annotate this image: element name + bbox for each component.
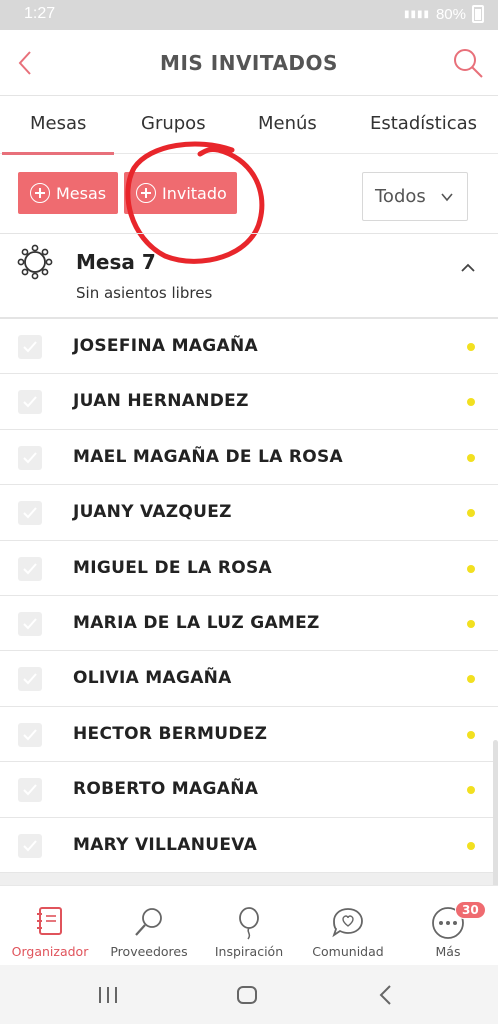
filter-selected-value: Todos [375,186,426,207]
tab-menus[interactable]: Menús [258,113,317,134]
chat-heart-icon [332,908,363,938]
table-title: Mesa 7 [76,250,156,274]
signal-icon: ▮▮▮▮ [403,8,430,20]
battery-percent: 80% [435,5,466,23]
table-header[interactable]: Mesa 7 Sin asientos libres [0,233,498,319]
chevron-up-icon[interactable] [460,260,476,276]
status-icons: ▮▮▮▮ 80% [404,5,484,23]
guest-name: MAEL MAGAÑA DE LA ROSA [73,446,344,467]
guest-status-dot [467,675,475,684]
guest-row[interactable]: OLIVIA MAGAÑA [0,651,498,707]
app-header: MIS INVITADOS [0,30,498,96]
tab-estadisticas[interactable]: Estadísticas [370,113,477,134]
guest-row[interactable]: HECTOR BERMUDEZ [0,707,498,763]
status-bar: 1:27 ▮▮▮▮ 80% [0,0,498,30]
guest-status-dot [467,509,475,518]
magnifier-icon [135,908,162,936]
guest-checkbox[interactable] [18,335,42,359]
guest-row[interactable]: MARIA DE LA LUZ GAMEZ [0,596,498,652]
round-table-icon [17,244,53,280]
guest-name: JUANY VAZQUEZ [73,502,232,523]
guest-status-dot [467,730,475,739]
guest-status-dot [467,564,475,573]
guest-name: OLIVIA MAGAÑA [73,668,232,689]
nav-label: Proveedores [110,944,188,959]
home-icon[interactable] [235,983,259,1007]
guest-name: MIGUEL DE LA ROSA [73,557,272,578]
search-icon[interactable] [452,47,484,79]
back-nav-icon[interactable] [374,983,398,1007]
balloon-icon [239,907,259,940]
nav-label: Inspiración [214,944,284,959]
guest-name: JUAN HERNANDEZ [73,391,249,412]
recent-apps-icon[interactable] [96,983,120,1007]
guest-checkbox[interactable] [18,778,42,803]
guest-status-dot [467,619,475,628]
add-table-label: Mesas [56,183,107,203]
guest-name: HECTOR BERMUDEZ [73,723,268,744]
guest-status-dot [467,786,475,795]
add-table-button[interactable]: Mesas [18,172,118,214]
guest-row[interactable]: MAEL MAGAÑA DE LA ROSA [0,430,498,486]
guest-name: ROBERTO MAGAÑA [73,779,259,800]
guest-name: MARIA DE LA LUZ GAMEZ [73,612,320,633]
guest-row[interactable]: ROBERTO MAGAÑA [0,762,498,818]
filter-select[interactable]: Todos [362,172,468,221]
nav-organizador[interactable]: Organizador [0,886,100,966]
guest-row[interactable]: JUANY VAZQUEZ [0,485,498,541]
status-time: 1:27 [24,5,56,22]
page-title: MIS INVITADOS [160,51,338,75]
nav-label: Comunidad [312,944,384,959]
section-divider [0,873,498,885]
guest-checkbox[interactable] [18,445,42,470]
chevron-down-icon [441,193,453,202]
guest-checkbox[interactable] [18,611,42,636]
nav-inspiracion[interactable]: Inspiración [199,886,299,966]
nav-mas[interactable]: 30 Más [398,886,498,966]
guest-row[interactable]: JOSEFINA MAGAÑA [0,319,498,375]
nav-label: Organizador [11,944,89,959]
guest-checkbox[interactable] [18,722,42,747]
notification-badge: 30 [455,901,486,919]
guest-row[interactable]: MARY VILLANUEVA [0,818,498,873]
tab-mesas[interactable]: Mesas [1,113,115,155]
guest-name: MARY VILLANUEVA [73,834,258,855]
planner-icon [37,907,62,935]
guest-checkbox[interactable] [18,390,42,415]
nav-label: Más [435,944,461,959]
battery-icon [472,5,484,23]
table-subtitle: Sin asientos libres [76,284,213,302]
plus-circle-icon [30,183,50,203]
guest-row[interactable]: JUAN HERNANDEZ [0,374,498,430]
nav-comunidad[interactable]: Comunidad [298,886,398,966]
guest-row[interactable]: MIGUEL DE LA ROSA [0,541,498,596]
guest-status-dot [467,453,475,462]
nav-proveedores[interactable]: Proveedores [99,886,199,966]
guest-status-dot [467,841,475,850]
guest-checkbox[interactable] [18,501,42,526]
guest-status-dot [467,343,475,351]
guest-status-dot [467,398,475,407]
bottom-nav: Organizador Proveedores Inspiración Comu… [0,885,498,965]
guest-list: JOSEFINA MAGAÑA JUAN HERNANDEZ MAEL MAGA… [0,319,498,873]
system-nav-bar [0,965,498,1024]
guest-checkbox[interactable] [18,556,42,581]
guest-name: JOSEFINA MAGAÑA [73,336,258,356]
guest-checkbox[interactable] [18,833,42,858]
tab-grupos[interactable]: Grupos [141,113,206,134]
guest-checkbox[interactable] [18,667,42,692]
